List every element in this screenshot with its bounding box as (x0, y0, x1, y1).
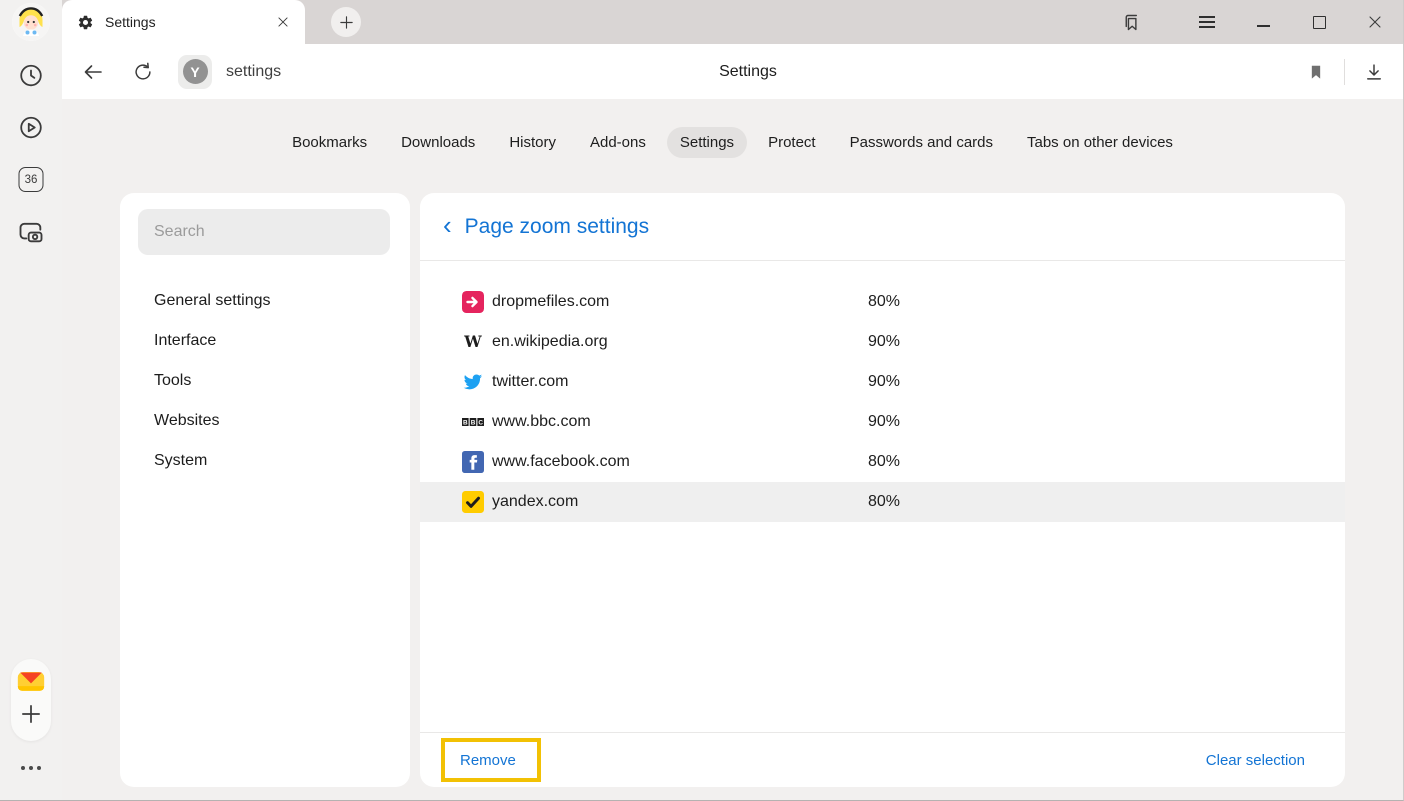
settings-section-tabs: Bookmarks Downloads History Add-ons Settings… (62, 127, 1403, 158)
tab-close-icon[interactable] (276, 15, 290, 29)
site-name: www.facebook.com (492, 453, 630, 471)
reload-icon[interactable] (128, 57, 158, 87)
browser-tab-settings[interactable]: Settings (62, 0, 305, 44)
facebook-favicon-icon (462, 451, 484, 473)
site-badge[interactable]: Y (178, 55, 212, 89)
bookmark-icon[interactable] (1306, 62, 1326, 82)
alice-avatar-icon (12, 3, 50, 41)
avatar[interactable] (12, 3, 50, 41)
page-zoom-title: Page zoom settings (465, 215, 649, 239)
history-clock-icon[interactable] (18, 62, 45, 89)
add-plus-icon[interactable] (18, 701, 44, 732)
remove-button-highlight: Remove (441, 738, 541, 782)
side-panel-bookmark-icon[interactable] (1119, 10, 1143, 34)
browser-side-rail: 36 (0, 0, 62, 800)
bbc-favicon-icon: BBC (462, 411, 484, 433)
site-zoom-row[interactable]: dropmefiles.com 80% (420, 282, 1345, 322)
download-icon[interactable] (1363, 61, 1385, 83)
toolbar-divider (1344, 59, 1345, 85)
page-zoom-header-back[interactable]: ‹ Page zoom settings (420, 193, 1345, 261)
remove-button[interactable]: Remove (460, 752, 516, 769)
page-title: Settings (719, 44, 777, 99)
svg-text:B: B (463, 419, 468, 426)
search-input[interactable] (138, 209, 390, 255)
maximize-icon[interactable] (1307, 10, 1331, 34)
new-tab-button[interactable] (331, 7, 361, 37)
tab-counter-badge[interactable]: 36 (19, 167, 44, 192)
site-zoom-value: 90% (868, 373, 900, 391)
settings-section-tab[interactable]: History (496, 127, 569, 158)
section-tab-label: Tabs on other devices (1027, 134, 1173, 151)
site-zoom-row[interactable]: W en.wikipedia.org 90% (420, 322, 1345, 362)
yandex-y-icon: Y (183, 59, 208, 84)
svg-text:C: C (478, 419, 483, 426)
settings-section-tab[interactable]: Downloads (388, 127, 488, 158)
browser-window: 36 Settings (0, 0, 1404, 801)
site-name: en.wikipedia.org (492, 333, 608, 351)
section-tab-label: History (509, 134, 556, 151)
site-zoom-value: 80% (868, 493, 900, 511)
settings-nav-item[interactable]: Websites (120, 401, 410, 441)
site-name: www.bbc.com (492, 413, 591, 431)
section-tab-label: Settings (680, 134, 734, 151)
settings-nav-item[interactable]: Tools (120, 361, 410, 401)
section-tab-label: Bookmarks (292, 134, 367, 151)
gear-icon (77, 14, 94, 31)
settings-section-tab[interactable]: Passwords and cards (837, 127, 1006, 158)
video-play-icon[interactable] (18, 114, 45, 141)
site-name: yandex.com (492, 493, 578, 511)
site-zoom-row[interactable]: yandex.com 80% (420, 482, 1345, 522)
section-tab-label: Add-ons (590, 134, 646, 151)
more-dots-icon[interactable] (21, 766, 41, 770)
rail-shortcut-pill (11, 659, 51, 741)
settings-section-tab[interactable]: Tabs on other devices (1014, 127, 1186, 158)
site-zoom-value: 90% (868, 333, 900, 351)
settings-section-tab[interactable]: Add-ons (577, 127, 659, 158)
section-tab-label: Passwords and cards (850, 134, 993, 151)
settings-page: Bookmarks Downloads History Add-ons Settings… (62, 99, 1403, 800)
back-chevron-icon: ‹ (443, 212, 452, 238)
site-zoom-row[interactable]: www.facebook.com 80% (420, 442, 1345, 482)
tab-strip: Settings (62, 0, 1403, 44)
section-tab-label: Downloads (401, 134, 475, 151)
minimize-icon[interactable] (1251, 10, 1275, 34)
menu-icon[interactable] (1195, 10, 1219, 34)
window-controls (1119, 10, 1403, 34)
site-zoom-list: dropmefiles.com 80% W en.wikipedia.org 9… (420, 261, 1345, 732)
tab-counter-value: 36 (25, 174, 38, 186)
site-name: dropmefiles.com (492, 293, 609, 311)
settings-section-tab[interactable]: Bookmarks (279, 127, 380, 158)
clear-selection-button[interactable]: Clear selection (1206, 752, 1305, 769)
site-zoom-value: 80% (868, 293, 900, 311)
settings-section-tab[interactable]: Settings (667, 127, 747, 158)
yandex-favicon-icon (462, 491, 484, 513)
window-close-icon[interactable] (1363, 10, 1387, 34)
new-tab-plus-icon (338, 14, 355, 31)
screenshot-icon[interactable] (17, 218, 45, 246)
settings-section-tab[interactable]: Protect (755, 127, 829, 158)
wikipedia-favicon-icon: W (462, 331, 484, 353)
settings-nav-item[interactable]: General settings (120, 281, 410, 321)
site-zoom-row[interactable]: twitter.com 90% (420, 362, 1345, 402)
tab-title: Settings (105, 14, 265, 30)
site-zoom-value: 90% (868, 413, 900, 431)
dropmefiles-favicon-icon (462, 291, 484, 313)
section-tab-label: Protect (768, 134, 816, 151)
settings-nav-panel: General settingsInterfaceToolsWebsitesSy… (120, 193, 410, 787)
svg-text:W: W (463, 332, 482, 351)
back-arrow-icon[interactable] (78, 57, 108, 87)
navigation-toolbar: Y settings Settings (62, 44, 1403, 99)
address-bar-url[interactable]: settings (226, 63, 281, 81)
zoom-panel-footer: Remove Clear selection (420, 732, 1345, 787)
yandex-mail-icon[interactable] (15, 665, 47, 702)
settings-nav-list: General settingsInterfaceToolsWebsitesSy… (120, 281, 410, 481)
settings-nav-item[interactable]: System (120, 441, 410, 481)
site-name: twitter.com (492, 373, 568, 391)
svg-text:B: B (471, 419, 476, 426)
site-zoom-row[interactable]: BBC www.bbc.com 90% (420, 402, 1345, 442)
page-zoom-panel: ‹ Page zoom settings dropmefiles.com 80%… (420, 193, 1345, 787)
site-zoom-value: 80% (868, 453, 900, 471)
twitter-favicon-icon (462, 371, 484, 393)
settings-nav-item[interactable]: Interface (120, 321, 410, 361)
